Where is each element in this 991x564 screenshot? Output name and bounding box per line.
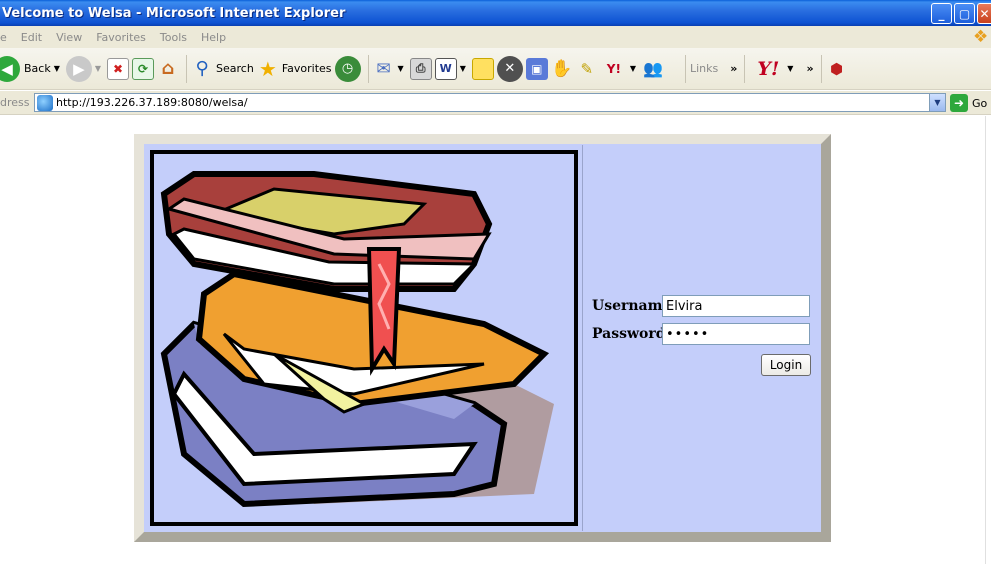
window-controls: _ ▢ ✕ <box>931 3 991 24</box>
password-input[interactable]: ••••• <box>662 323 810 345</box>
research-icon: ✎ <box>580 59 594 78</box>
toolbar-separator <box>367 54 369 83</box>
back-button[interactable]: ◀ Back ▼ <box>0 52 63 86</box>
block-button[interactable]: ✕ <box>496 52 523 86</box>
toolbar-separator <box>820 54 822 83</box>
pdf-icon: ⬢ <box>829 59 844 78</box>
yahoo-logo-icon: Y! <box>757 57 780 80</box>
address-url: http://193.226.37.189:8080/welsa/ <box>56 96 248 109</box>
menu-favorites[interactable]: Favorites <box>96 31 146 44</box>
login-panel: Username Elvira Password ••••• Login <box>134 134 831 542</box>
go-arrow-icon: ➜ <box>950 94 968 112</box>
window-titlebar: Velcome to Welsa - Microsoft Internet Ex… <box>0 0 991 26</box>
favorites-label: Favorites <box>281 62 332 75</box>
stop-icon: ✖ <box>107 57 130 80</box>
maximize-button[interactable]: ▢ <box>954 3 975 24</box>
search-button[interactable]: ⚲ Search <box>191 52 254 86</box>
address-label: dress <box>0 96 30 109</box>
forward-arrow-icon: ▶ <box>65 55 92 82</box>
favorites-star-icon: ★ <box>258 56 277 81</box>
print-icon: ⎙ <box>409 57 432 80</box>
mail-icon: ✉ <box>376 58 391 79</box>
edit-dropdown-icon[interactable]: ▼ <box>460 64 466 73</box>
menu-help[interactable]: Help <box>201 31 226 44</box>
search-icon: ⚲ <box>195 58 209 79</box>
password-row: Password ••••• <box>592 323 810 345</box>
messenger-window-button[interactable]: ▣ <box>525 52 548 86</box>
ie-page-icon <box>37 94 53 111</box>
yahoo-mail-dropdown-icon[interactable]: ▼ <box>630 64 636 73</box>
window-icon: ▣ <box>525 57 548 80</box>
hand-button[interactable]: ✋ <box>551 52 573 86</box>
window-title: Velcome to Welsa - Microsoft Internet Ex… <box>2 5 346 21</box>
address-bar: dress http://193.226.37.189:8080/welsa/ … <box>0 91 991 115</box>
menu-tools[interactable]: Tools <box>160 31 187 44</box>
toolbar-separator <box>186 54 188 83</box>
close-button[interactable]: ✕ <box>977 3 991 24</box>
yahoo-chevron-icon[interactable]: » <box>806 62 813 75</box>
books-illustration <box>150 150 578 526</box>
toolbar-separator <box>744 54 746 83</box>
history-icon: ◷ <box>334 55 361 82</box>
login-form: Username Elvira Password ••••• Login <box>584 144 821 532</box>
username-input[interactable]: Elvira <box>662 295 810 317</box>
address-input[interactable]: http://193.226.37.189:8080/welsa/ ▼ <box>34 93 946 112</box>
research-button[interactable]: ✎ <box>576 52 598 86</box>
forward-dropdown-icon[interactable]: ▼ <box>95 64 101 73</box>
minimize-button[interactable]: _ <box>931 3 952 24</box>
pdf-button[interactable]: ⬢ <box>826 52 848 86</box>
back-dropdown-icon[interactable]: ▼ <box>54 64 60 73</box>
contacts-button[interactable]: 👥 <box>642 52 664 86</box>
edit-word-button[interactable]: W ▼ <box>434 52 469 86</box>
back-label: Back <box>24 62 51 75</box>
menu-bar: e Edit View Favorites Tools Help ❖ <box>0 26 991 48</box>
stop-button[interactable]: ✖ <box>107 52 130 86</box>
go-label: Go <box>972 96 988 110</box>
block-icon: ✕ <box>496 55 523 82</box>
back-arrow-icon: ◀ <box>0 55 20 82</box>
toolbar-separator <box>685 54 686 83</box>
word-icon: W <box>434 57 457 80</box>
illustration-cell <box>145 145 583 531</box>
home-icon: ⌂ <box>161 58 175 79</box>
links-label: Links <box>690 62 719 75</box>
refresh-icon: ⟳ <box>132 57 155 80</box>
home-button[interactable]: ⌂ <box>157 52 179 86</box>
go-button[interactable]: ➜ Go <box>950 94 987 112</box>
yahoo-toolbar-button[interactable]: Y! ▼ » <box>749 52 813 86</box>
windows-logo-icon: ❖ <box>973 27 989 47</box>
yahoo-mail-icon: Y! <box>606 61 621 76</box>
username-row: Username Elvira <box>592 295 810 317</box>
notes-button[interactable] <box>471 52 494 86</box>
links-chevron-icon[interactable]: » <box>730 62 737 75</box>
address-dropdown-icon[interactable]: ▼ <box>929 94 945 111</box>
yahoo-dropdown-icon[interactable]: ▼ <box>787 64 793 73</box>
mail-dropdown-icon[interactable]: ▼ <box>398 64 404 73</box>
favorites-button[interactable]: ★ Favorites <box>257 52 332 86</box>
toolbar: ◀ Back ▼ ▶ ▼ ✖ ⟳ ⌂ ⚲ Search ★ Favorites … <box>0 48 991 90</box>
menu-view[interactable]: View <box>56 31 82 44</box>
username-label: Username <box>592 298 672 314</box>
search-label: Search <box>216 62 254 75</box>
history-button[interactable]: ◷ <box>334 52 361 86</box>
password-label: Password <box>592 326 666 342</box>
books-clipart-icon <box>160 171 554 508</box>
mail-button[interactable]: ✉ ▼ <box>373 52 407 86</box>
menu-file[interactable]: e <box>0 31 7 44</box>
menu-edit[interactable]: Edit <box>21 31 42 44</box>
yahoo-mail-button[interactable]: Y! ▼ <box>601 52 639 86</box>
note-icon <box>471 57 494 80</box>
forward-button[interactable]: ▶ ▼ <box>65 52 104 86</box>
contacts-icon: 👥 <box>643 59 663 78</box>
refresh-button[interactable]: ⟳ <box>132 52 155 86</box>
print-button[interactable]: ⎙ <box>409 52 432 86</box>
hand-icon: ✋ <box>551 58 573 79</box>
vertical-scrollbar[interactable] <box>985 116 991 564</box>
login-button[interactable]: Login <box>761 354 811 376</box>
links-button[interactable]: Links » <box>690 52 737 86</box>
